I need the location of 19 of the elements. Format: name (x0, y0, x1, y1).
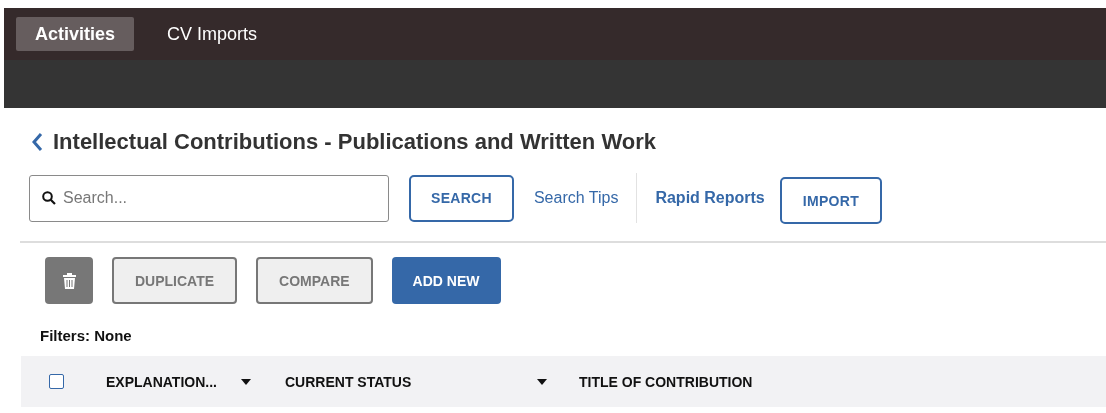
caret-icon[interactable] (241, 378, 251, 385)
column-header[interactable]: TITLE OF CONTRIBUTION (579, 373, 753, 390)
search-field[interactable]: Search... (29, 174, 389, 222)
select-all-checkbox[interactable] (49, 374, 64, 389)
nav-tab[interactable]: CV Imports (148, 17, 277, 51)
back-chevron-icon[interactable] (31, 132, 43, 152)
import-button[interactable]: IMPORT (779, 177, 882, 224)
toolbar-button[interactable]: ADD NEW (391, 257, 501, 304)
column-header[interactable]: EXPLANATION... (106, 373, 217, 390)
filters-label: Filters: None (39, 326, 133, 346)
rapid-reports-link[interactable]: Rapid Reports (655, 189, 765, 207)
trash-icon (62, 272, 76, 289)
search-tips-link[interactable]: Search Tips (533, 189, 619, 207)
search-icon (42, 190, 56, 205)
nav-tab[interactable]: Activities (16, 17, 135, 51)
column-header[interactable]: CURRENT STATUS (285, 373, 412, 390)
search-button[interactable]: SEARCH (409, 174, 514, 222)
caret-icon[interactable] (537, 378, 547, 385)
page-title: Intellectual Contributions - Publications and Written Work (53, 129, 656, 155)
